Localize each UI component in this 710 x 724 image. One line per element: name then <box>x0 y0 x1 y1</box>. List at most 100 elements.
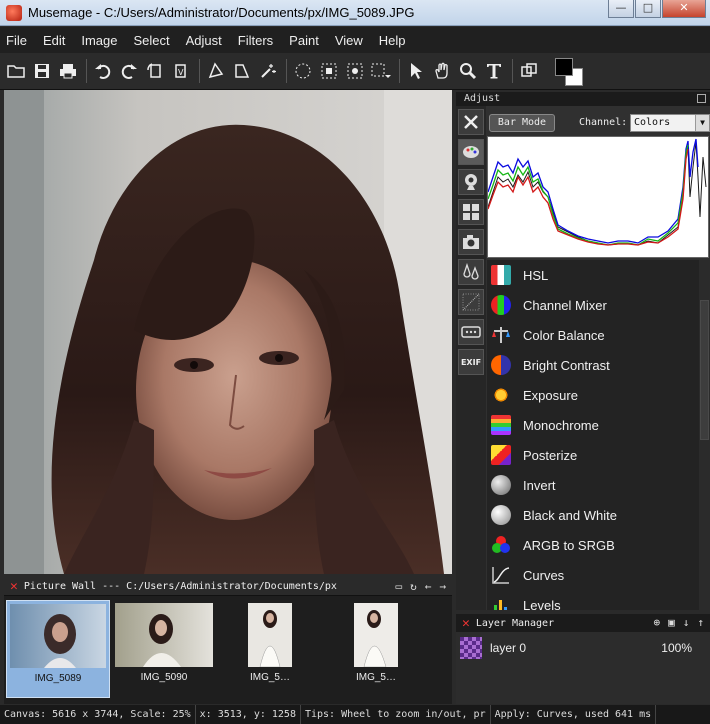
toolbar-separator <box>286 59 287 83</box>
menu-help[interactable]: Help <box>379 33 406 48</box>
rect-select-icon[interactable] <box>317 59 341 83</box>
thumbnail-item[interactable]: IMG_5089 <box>6 600 110 698</box>
redo-icon[interactable] <box>117 59 141 83</box>
arrow-left-icon[interactable]: ← <box>425 580 432 593</box>
minimize-button[interactable]: — <box>608 0 634 18</box>
toolbar: V <box>0 53 710 90</box>
histogram <box>487 136 709 258</box>
adjustment-label: Monochrome <box>523 417 599 433</box>
palette-icon[interactable] <box>458 139 484 165</box>
channel-label: Channel: <box>579 117 628 128</box>
color-swatch[interactable] <box>553 56 587 86</box>
move-down-icon[interactable]: ↓ <box>683 616 690 629</box>
close-panel-icon[interactable]: ✕ <box>462 616 470 631</box>
image-canvas[interactable] <box>4 90 452 574</box>
magic-wand-icon[interactable] <box>256 59 280 83</box>
lasso-icon[interactable] <box>204 59 228 83</box>
adjustment-item-black-and-white[interactable]: Black and White <box>487 500 699 530</box>
foreground-color[interactable] <box>555 58 573 76</box>
pointer-icon[interactable] <box>404 59 428 83</box>
select-dropdown-icon[interactable] <box>369 59 393 83</box>
adjustment-scrollbar[interactable] <box>699 260 710 610</box>
rotate-right-icon[interactable]: V <box>169 59 193 83</box>
layer-manager-title: Layer Manager <box>475 617 555 629</box>
menu-file[interactable]: File <box>6 33 27 48</box>
menu-edit[interactable]: Edit <box>43 33 65 48</box>
hsl-icon <box>491 265 511 285</box>
menu-filters[interactable]: Filters <box>238 33 273 48</box>
webcam-icon[interactable] <box>458 169 484 195</box>
polygon-lasso-icon[interactable] <box>230 59 254 83</box>
zoom-icon[interactable] <box>456 59 480 83</box>
save-icon[interactable] <box>30 59 54 83</box>
refresh-icon[interactable]: ↻ <box>410 580 417 593</box>
delete-layer-icon[interactable]: ▣ <box>668 616 675 629</box>
thumbnail-caption: IMG_5… <box>355 672 396 683</box>
hand-icon[interactable] <box>430 59 454 83</box>
adjustment-item-levels[interactable]: Levels <box>487 590 699 610</box>
adjustment-item-hsl[interactable]: HSL <box>487 260 699 290</box>
menu-select[interactable]: Select <box>134 33 170 48</box>
adjustment-label: Invert <box>523 477 556 493</box>
menu-paint[interactable]: Paint <box>289 33 319 48</box>
thumbnail-item[interactable]: IMG_5090 <box>112 600 216 698</box>
menu-adjust[interactable]: Adjust <box>186 33 222 48</box>
new-layer-icon[interactable]: ⊕ <box>654 616 661 629</box>
grid-icon[interactable] <box>458 199 484 225</box>
toolbar-separator <box>86 59 87 83</box>
thumbnail-item[interactable]: IMG_5… <box>324 600 428 698</box>
folder-icon[interactable]: ▭ <box>396 580 403 593</box>
bar-mode-button[interactable]: Bar Mode <box>489 114 555 132</box>
drops-icon[interactable] <box>458 259 484 285</box>
camera-icon[interactable] <box>458 229 484 255</box>
adjustment-item-monochrome[interactable]: Monochrome <box>487 410 699 440</box>
adjustment-item-channel-mixer[interactable]: Channel Mixer <box>487 290 699 320</box>
status-canvas: Canvas: 5616 x 3744, Scale: 25% <box>0 705 196 724</box>
crop-icon[interactable] <box>517 59 541 83</box>
status-coords: x: 3513, y: 1258 <box>196 705 301 724</box>
undo-icon[interactable] <box>91 59 115 83</box>
exif-icon[interactable]: EXIF <box>458 349 484 375</box>
close-button[interactable]: ✕ <box>662 0 706 18</box>
picture-wall-title: Picture Wall --- C:/Users/Administrator/… <box>23 581 337 592</box>
maximize-button[interactable]: □ <box>635 0 661 18</box>
menu-image[interactable]: Image <box>81 33 117 48</box>
menu-view[interactable]: View <box>335 33 363 48</box>
channel-select[interactable]: Colors ▼ <box>630 114 710 132</box>
adjustment-item-bright-contrast[interactable]: Bright Contrast <box>487 350 699 380</box>
select-all-icon[interactable] <box>343 59 367 83</box>
adjustment-item-posterize[interactable]: Posterize <box>487 440 699 470</box>
adjustment-item-argb-to-srgb[interactable]: ARGB to SRGB <box>487 530 699 560</box>
toolbar-separator <box>512 59 513 83</box>
layer-manager-panel: ✕ Layer Manager ⊕ ▣ ↓ ↑ layer 0 100% <box>456 614 710 704</box>
adjustment-label: Posterize <box>523 447 578 463</box>
rotate-left-icon[interactable] <box>143 59 167 83</box>
move-up-icon[interactable]: ↑ <box>697 616 704 629</box>
layer-row[interactable]: layer 0 100% <box>456 635 710 661</box>
scrollbar-thumb[interactable] <box>700 300 709 440</box>
ellipse-select-icon[interactable] <box>291 59 315 83</box>
adjustment-label: Exposure <box>523 387 578 403</box>
texture-icon[interactable] <box>458 289 484 315</box>
open-folder-icon[interactable] <box>4 59 28 83</box>
adjust-panel-title: Adjust <box>464 93 501 104</box>
levels-icon <box>491 595 511 610</box>
adjustment-item-color-balance[interactable]: Color Balance <box>487 320 699 350</box>
dialog-icon[interactable] <box>458 319 484 345</box>
channel-mixer-icon <box>491 295 511 315</box>
layer-name: layer 0 <box>490 641 527 655</box>
text-tool-icon[interactable] <box>482 59 506 83</box>
adjustment-item-invert[interactable]: Invert <box>487 470 699 500</box>
picture-wall-panel: ✕ Picture Wall --- C:/Users/Administrato… <box>4 578 452 704</box>
adjustment-item-exposure[interactable]: Exposure <box>487 380 699 410</box>
close-panel-icon[interactable]: ✕ <box>10 579 18 594</box>
tools-icon[interactable] <box>458 109 484 135</box>
thumbnail-item[interactable]: IMG_5… <box>218 600 322 698</box>
color-balance-icon <box>491 325 511 345</box>
monochrome-icon <box>491 415 511 435</box>
print-icon[interactable] <box>56 59 80 83</box>
arrow-right-icon[interactable]: → <box>439 580 446 593</box>
panel-float-icon[interactable] <box>697 94 706 103</box>
exif-label: EXIF <box>460 357 482 367</box>
adjustment-item-curves[interactable]: Curves <box>487 560 699 590</box>
